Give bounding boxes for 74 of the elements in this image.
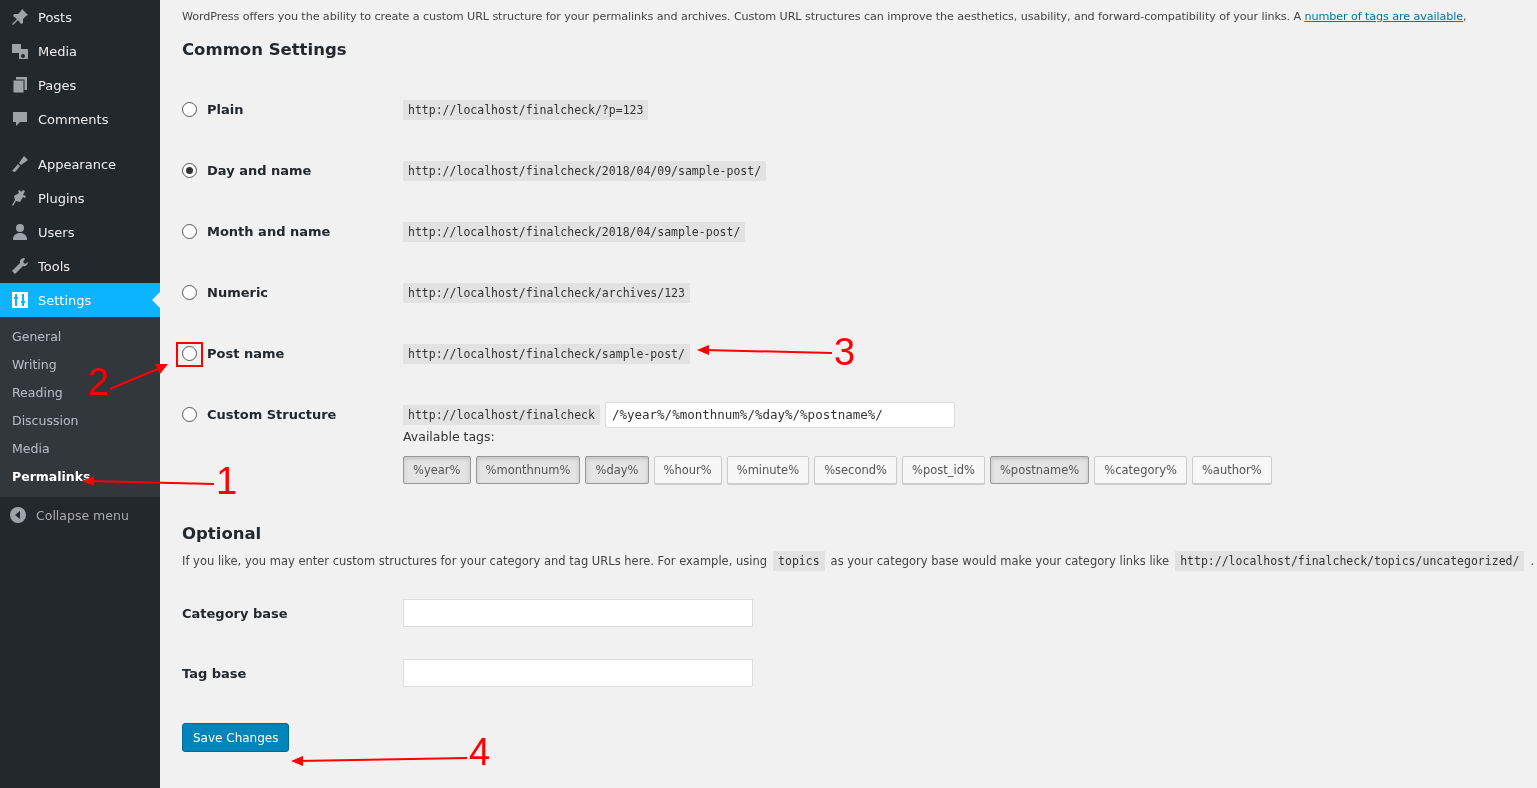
radio-button[interactable] bbox=[182, 407, 197, 422]
section-heading: Common Settings bbox=[182, 40, 348, 59]
code-sample: topics bbox=[773, 551, 825, 571]
intro-text: WordPress offers you the ability to create a custom URL structure for your permalinks and archives. Custom URL structures can improve the aesthetics, usability, and forward-compatibility of your links. A bbox=[182, 9, 1302, 25]
radio-button[interactable] bbox=[182, 224, 197, 239]
radio-button[interactable] bbox=[182, 346, 197, 361]
text-field[interactable] bbox=[403, 659, 753, 687]
url-example: http://localhost/finalcheck/sample-post/ bbox=[403, 343, 690, 364]
menu-item[interactable]: Tools bbox=[0, 249, 160, 283]
tag-button[interactable]: %post_id% bbox=[902, 456, 985, 484]
field-label: Category base bbox=[182, 605, 289, 621]
option-label: Month and name bbox=[207, 224, 331, 239]
description-text: as your category base would make your category links like bbox=[830, 554, 1170, 568]
brush-icon bbox=[10, 154, 30, 174]
tag-button[interactable]: %category% bbox=[1094, 456, 1187, 484]
section-heading: Optional bbox=[182, 524, 263, 543]
intro-text-end: , bbox=[1463, 9, 1467, 25]
tag-button[interactable]: %author% bbox=[1191, 456, 1272, 484]
pages-icon bbox=[10, 75, 30, 95]
save-button[interactable]: Save Changes bbox=[182, 723, 290, 752]
comment-icon bbox=[10, 109, 30, 129]
field-label: Tag base bbox=[182, 665, 248, 681]
tag-button[interactable]: %postname% bbox=[989, 456, 1090, 484]
url-example: http://localhost/finalcheck/?p=123 bbox=[403, 99, 649, 120]
tag-button[interactable]: %second% bbox=[814, 456, 897, 484]
option-label: Day and name bbox=[207, 163, 312, 178]
user-icon bbox=[10, 222, 30, 242]
annotation-number: 2 bbox=[88, 363, 110, 401]
menu-item[interactable]: Plugins bbox=[0, 181, 160, 215]
collapse-menu-button[interactable]: Collapse menu bbox=[0, 497, 160, 533]
menu-item[interactable]: Posts bbox=[0, 0, 160, 34]
menu-item[interactable]: Media bbox=[0, 34, 160, 68]
annotation-number: 3 bbox=[834, 333, 856, 371]
tag-button[interactable]: %day% bbox=[585, 456, 649, 484]
url-example: http://localhost/finalcheck/archives/123 bbox=[403, 282, 690, 303]
tags-label: Available tags: bbox=[403, 429, 496, 444]
radio-button[interactable] bbox=[182, 285, 197, 300]
menu-item[interactable]: Pages bbox=[0, 68, 160, 102]
submenu-item[interactable]: Discussion bbox=[0, 407, 79, 435]
url-example: http://localhost/finalcheck/2018/04/09/sample-post/ bbox=[403, 160, 767, 181]
url-prefix: http://localhost/finalcheck bbox=[403, 404, 600, 425]
submenu-item[interactable]: General bbox=[0, 323, 62, 351]
highlight-frame bbox=[176, 342, 203, 367]
collapse-icon bbox=[10, 507, 26, 523]
submenu-item[interactable]: Reading bbox=[0, 379, 63, 407]
radio-button[interactable] bbox=[182, 163, 197, 178]
media-icon bbox=[10, 41, 30, 61]
pin-icon bbox=[10, 7, 30, 27]
submenu-item[interactable]: Media bbox=[0, 435, 50, 463]
annotation-number: 1 bbox=[216, 462, 238, 500]
tag-button[interactable]: %minute% bbox=[726, 456, 810, 484]
radio-button[interactable] bbox=[182, 102, 197, 117]
wrench-icon bbox=[10, 256, 30, 276]
annotation-number: 4 bbox=[469, 733, 491, 771]
url-example: http://localhost/finalcheck/2018/04/sample-post/ bbox=[403, 221, 746, 242]
description-text: If you like, you may enter custom structures for your category and tag URLs here. For example, using bbox=[182, 554, 768, 568]
structure-field[interactable]: /%year%/%monthnum%/%day%/%postname%/ bbox=[604, 401, 955, 428]
sliders-icon bbox=[10, 290, 30, 310]
menu-item[interactable]: Appearance bbox=[0, 147, 160, 181]
tag-button[interactable]: %year% bbox=[403, 456, 471, 484]
tag-button[interactable]: %hour% bbox=[653, 456, 722, 484]
option-label: Numeric bbox=[207, 285, 269, 300]
submenu-item[interactable]: Permalinks bbox=[0, 463, 91, 491]
code-sample: http://localhost/finalcheck/topics/uncategorized/ bbox=[1175, 551, 1525, 571]
text-field[interactable] bbox=[403, 599, 753, 627]
description-text: . bbox=[1530, 554, 1535, 568]
menu-item[interactable]: Comments bbox=[0, 102, 160, 136]
menu-item[interactable]: Users bbox=[0, 215, 160, 249]
tag-button[interactable]: %monthnum% bbox=[475, 456, 581, 484]
annotation-arrow bbox=[109, 364, 168, 390]
option-label: Post name bbox=[207, 346, 285, 361]
submenu-item[interactable]: Writing bbox=[0, 351, 57, 379]
option-label: Custom Structure bbox=[207, 407, 337, 422]
option-label: Plain bbox=[207, 102, 244, 117]
